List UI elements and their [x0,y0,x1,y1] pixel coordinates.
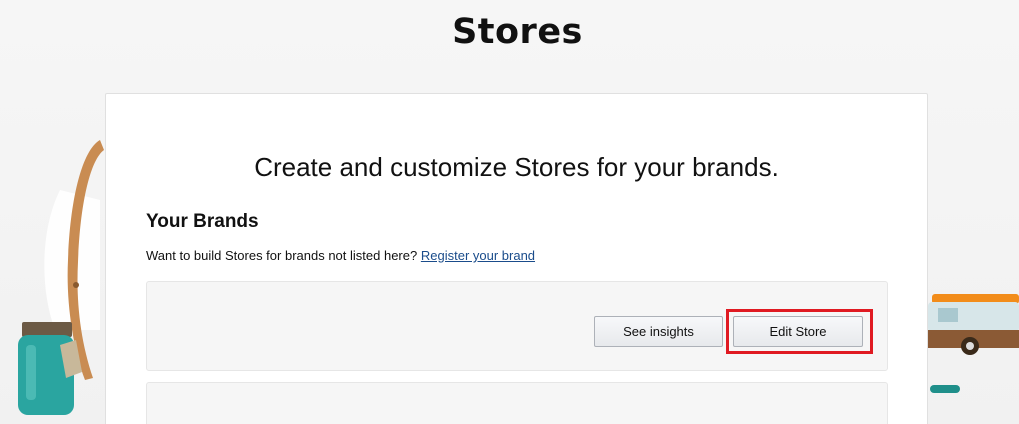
helper-text-label: Want to build Stores for brands not list… [146,248,418,263]
helper-text: Want to build Stores for brands not list… [146,248,535,263]
your-brands-heading: Your Brands [146,211,259,232]
stores-page: Stores Create and customize Stores for y… [0,0,1019,424]
lamp-jar-illustration [18,140,104,415]
toy-car-illustration [928,294,1019,393]
register-brand-link[interactable]: Register your brand [421,248,535,263]
brand-row [146,382,888,424]
edit-store-button[interactable]: Edit Store [733,316,863,347]
brand-row: See insights Edit Store [146,281,888,371]
see-insights-button[interactable]: See insights [594,316,723,347]
card-headline: Create and customize Stores for your bra… [254,152,779,182]
brands-card: Create and customize Stores for your bra… [105,93,928,424]
page-title: Stores [452,12,583,52]
